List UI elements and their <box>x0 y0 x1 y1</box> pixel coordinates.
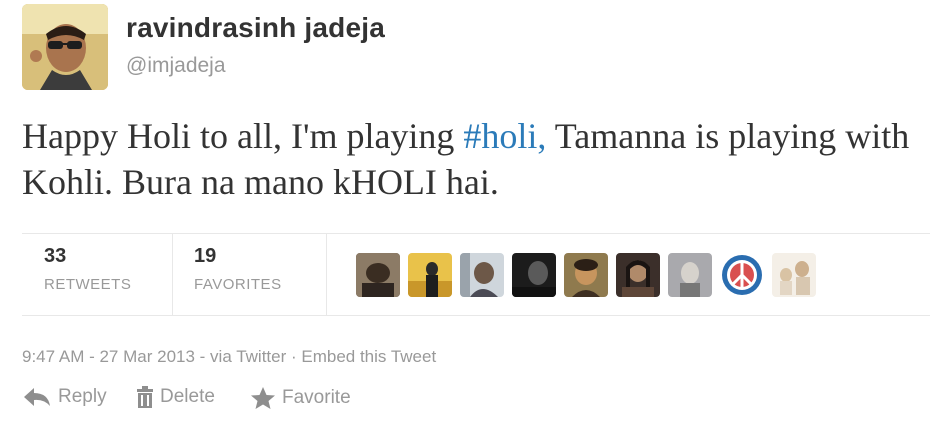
delete-label: Delete <box>160 386 215 407</box>
user-handle[interactable]: @imjadeja <box>126 54 226 78</box>
tweet-stats: 33 RETWEETS 19 FAVORITES <box>22 233 930 315</box>
tweet-timestamp[interactable]: 9:47 AM - 27 Mar 2013 <box>22 347 195 366</box>
favoriter-avatar[interactable] <box>616 253 660 297</box>
meta-separator: · <box>286 347 302 366</box>
favoriter-avatar[interactable] <box>772 253 816 297</box>
favoriter-avatar[interactable] <box>512 253 556 297</box>
tweet-meta: 9:47 AM - 27 Mar 2013 - via Twitter · Em… <box>22 347 436 367</box>
favoriter-avatar[interactable] <box>564 253 608 297</box>
favorites-label: FAVORITES <box>194 276 282 293</box>
retweets-label: RETWEETS <box>44 276 132 293</box>
favoriter-avatar[interactable] <box>720 253 764 297</box>
favorite-label: Favorite <box>282 387 351 408</box>
favoriter-avatar[interactable] <box>668 253 712 297</box>
delete-button[interactable]: Delete <box>136 386 215 408</box>
trash-icon <box>136 386 154 408</box>
embed-tweet-link[interactable]: Embed this Tweet <box>301 347 436 366</box>
favoriter-avatar[interactable] <box>356 253 400 297</box>
tweet-via: - via Twitter <box>194 347 287 366</box>
tweet-text-start: Happy Holi to all, I'm playing <box>22 116 464 156</box>
retweets-stat[interactable]: 33 RETWEETS <box>22 245 131 293</box>
tweet-card: ravindrasinh jadeja @imjadeja Happy Holi… <box>0 0 943 435</box>
avatar-image <box>22 4 108 90</box>
favorites-count: 19 <box>194 245 217 267</box>
reply-button[interactable]: Reply <box>22 386 107 408</box>
favorites-stat[interactable]: 19 FAVORITES <box>172 245 282 293</box>
hashtag-link[interactable]: #holi, <box>463 116 546 156</box>
favoriter-avatar[interactable] <box>460 253 504 297</box>
star-icon <box>250 386 276 410</box>
reply-label: Reply <box>58 386 107 407</box>
display-name[interactable]: ravindrasinh jadeja <box>126 12 385 44</box>
retweets-count: 33 <box>44 245 67 267</box>
favorite-button[interactable]: Favorite <box>250 386 351 410</box>
tweet-text: Happy Holi to all, I'm playing #holi, Ta… <box>22 113 922 205</box>
stats-separator-2 <box>326 233 327 315</box>
reply-icon <box>22 386 52 408</box>
avatar[interactable] <box>22 4 108 90</box>
divider-bottom <box>22 315 930 316</box>
favoriter-avatar[interactable] <box>408 253 452 297</box>
